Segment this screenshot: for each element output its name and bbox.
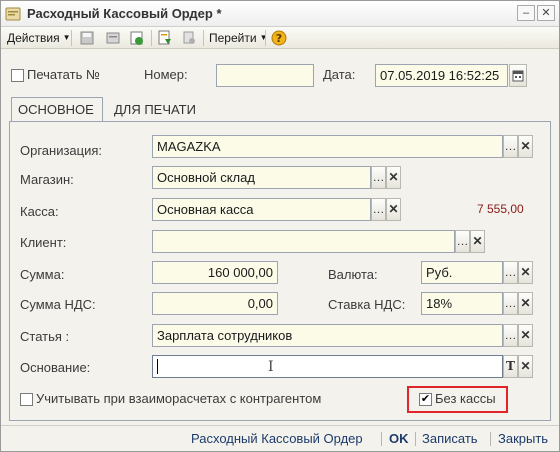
vat-amount-label: Сумма НДС:: [20, 297, 96, 312]
organization-input[interactable]: MAGAZKA: [152, 135, 503, 158]
app-icon: [5, 7, 21, 21]
article-select-button[interactable]: …: [503, 324, 518, 347]
print-number-checkbox[interactable]: [11, 69, 24, 82]
no-cashbox-label: Без кассы: [435, 391, 496, 406]
toolbar-separator: [265, 30, 266, 46]
toolbar-separator: [203, 30, 204, 46]
text-edit-button[interactable]: T: [503, 355, 518, 378]
store-input[interactable]: Основной склад: [152, 166, 371, 189]
structure-icon[interactable]: [181, 30, 197, 46]
vat-rate-input[interactable]: 18%: [421, 292, 503, 315]
organization-select-button[interactable]: …: [503, 135, 518, 158]
vat-rate-label: Ставка НДС:: [328, 297, 406, 312]
i-beam-cursor-icon: I: [268, 359, 274, 375]
goto-menu-label: Перейти: [209, 31, 257, 45]
article-label: Статья :: [20, 329, 70, 344]
cashbox-select-button[interactable]: …: [371, 198, 386, 221]
footer-separator: [415, 432, 416, 446]
currency-input[interactable]: Руб.: [421, 261, 503, 284]
currency-label: Валюта:: [328, 267, 378, 282]
print-form-link[interactable]: Расходный Кассовый Ордер: [191, 431, 363, 446]
vat-rate-clear-button[interactable]: ✕: [518, 292, 533, 315]
tab-for-print[interactable]: ДЛЯ ПЕЧАТИ: [107, 97, 213, 121]
article-clear-button[interactable]: ✕: [518, 324, 533, 347]
basis-clear-button[interactable]: ✕: [518, 355, 533, 378]
title-bar: Расходный Кассовый Ордер * – ✕: [1, 1, 559, 27]
caret-down-icon: ▼: [62, 33, 71, 42]
tab-for-print-label: ДЛЯ ПЕЧАТИ: [114, 102, 196, 117]
store-clear-button[interactable]: ✕: [386, 166, 401, 189]
mutual-settlements-checkbox[interactable]: [20, 393, 33, 406]
store-select-button[interactable]: …: [371, 166, 386, 189]
print-icon[interactable]: [157, 30, 173, 46]
refresh-icon[interactable]: [129, 30, 145, 46]
help-icon[interactable]: ?: [271, 30, 287, 46]
cashbox-label: Касса:: [20, 204, 59, 219]
basis-input[interactable]: [152, 355, 503, 378]
amount-label: Сумма:: [20, 267, 65, 282]
number-input[interactable]: [216, 64, 314, 87]
cashbox-clear-button[interactable]: ✕: [386, 198, 401, 221]
save-icon[interactable]: [79, 30, 95, 46]
client-input[interactable]: [152, 230, 455, 253]
client-clear-button[interactable]: ✕: [470, 230, 485, 253]
print-number-label: Печатать №: [27, 67, 100, 82]
currency-select-button[interactable]: …: [503, 261, 518, 284]
actions-menu[interactable]: Действия ▼: [7, 31, 71, 45]
caret-down-icon: ▼: [259, 33, 268, 42]
vat-rate-select-button[interactable]: …: [503, 292, 518, 315]
no-cashbox-checkbox[interactable]: ✔: [419, 393, 432, 406]
actions-menu-label: Действия: [7, 31, 60, 45]
close-button[interactable]: Закрыть: [498, 431, 548, 446]
cashbox-input[interactable]: Основная касса: [152, 198, 371, 221]
footer-separator: [490, 432, 491, 446]
goto-menu[interactable]: Перейти ▼: [209, 31, 267, 45]
save-button[interactable]: Записать: [422, 431, 478, 446]
client-label: Клиент:: [20, 235, 67, 250]
calendar-button[interactable]: [509, 64, 527, 87]
minimize-button[interactable]: –: [517, 5, 535, 21]
toolbar-separator: [71, 30, 72, 46]
organization-label: Организация:: [20, 143, 103, 158]
footer-separator: [381, 432, 382, 446]
ok-button[interactable]: OK: [389, 431, 409, 446]
toolbar: Действия ▼ Перейти ▼ ?: [1, 27, 559, 49]
client-select-button[interactable]: …: [455, 230, 470, 253]
number-label: Номер:: [144, 67, 188, 82]
svg-text:?: ?: [276, 32, 282, 45]
calendar-icon: [512, 70, 524, 82]
document-window: Расходный Кассовый Ордер * – ✕ Действия ▼…: [0, 0, 560, 452]
tab-main-label: ОСНОВНОЕ: [18, 102, 94, 117]
cashbox-balance: 7 555,00: [477, 202, 524, 216]
vat-amount-input[interactable]: 0,00: [152, 292, 278, 315]
close-window-button[interactable]: ✕: [537, 5, 555, 21]
post-document-icon[interactable]: [105, 30, 121, 46]
amount-input[interactable]: 160 000,00: [152, 261, 278, 284]
organization-clear-button[interactable]: ✕: [518, 135, 533, 158]
toolbar-separator: [151, 30, 152, 46]
article-input[interactable]: Зарплата сотрудников: [152, 324, 503, 347]
basis-label: Основание:: [20, 360, 91, 375]
text-caret: [157, 359, 158, 374]
mutual-settlements-label: Учитывать при взаиморасчетах с контраген…: [36, 391, 322, 406]
store-label: Магазин:: [20, 172, 74, 187]
tab-main[interactable]: ОСНОВНОЕ: [11, 97, 103, 121]
window-title: Расходный Кассовый Ордер *: [27, 6, 222, 21]
date-input[interactable]: 07.05.2019 16:52:25: [375, 64, 508, 87]
date-label: Дата:: [323, 67, 356, 82]
footer-divider: [1, 425, 559, 426]
currency-clear-button[interactable]: ✕: [518, 261, 533, 284]
